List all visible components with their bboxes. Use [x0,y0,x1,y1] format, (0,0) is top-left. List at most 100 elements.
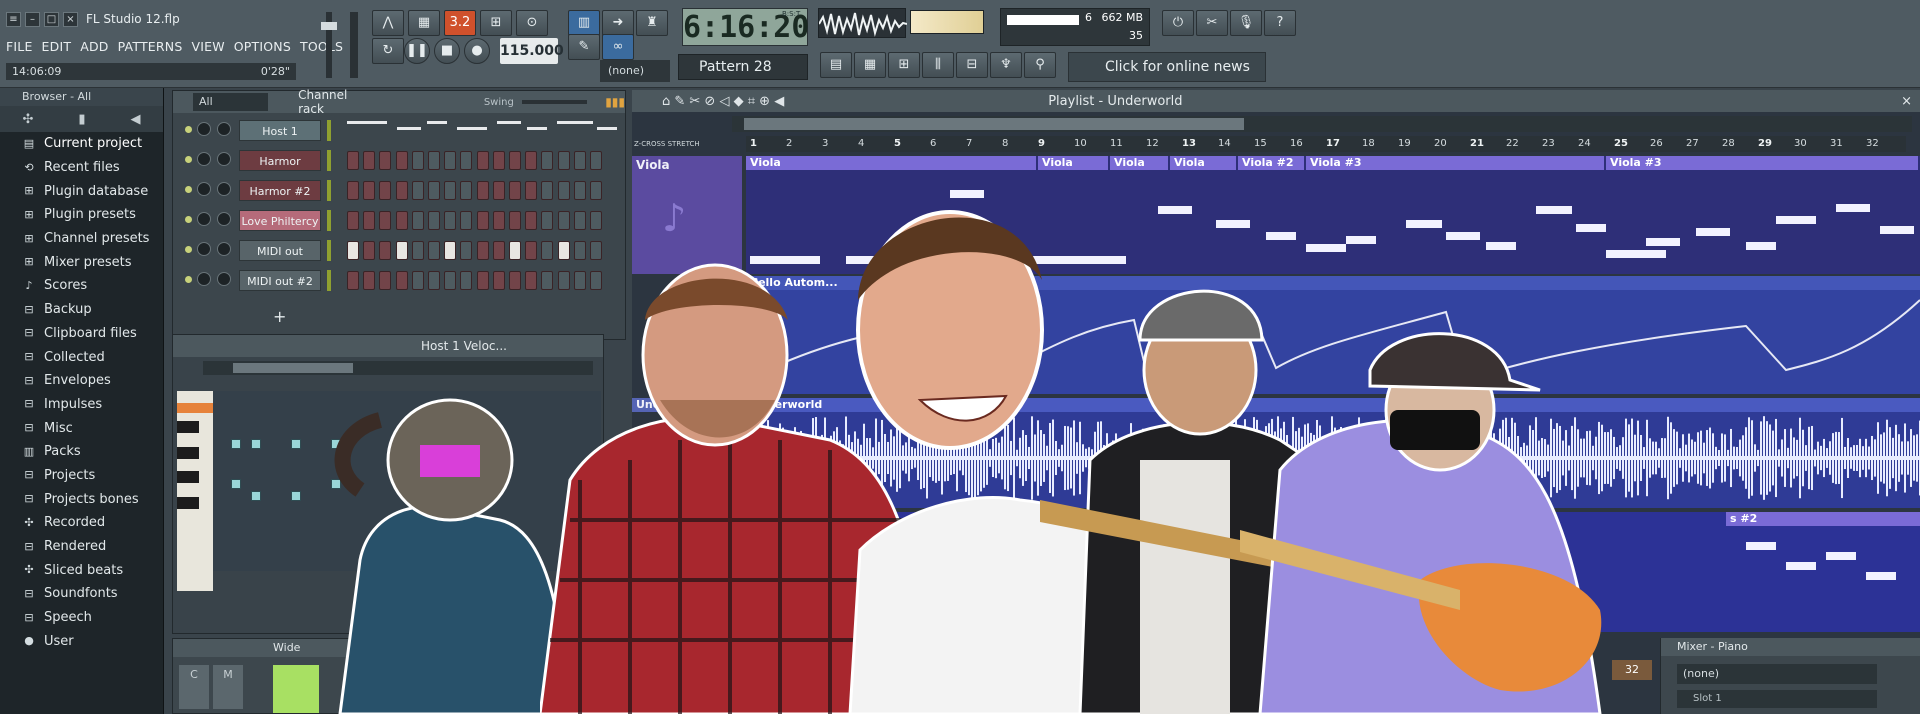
step-button[interactable] [492,181,505,200]
menu-view[interactable]: VIEW [191,39,224,54]
tempo-display[interactable]: 115.000 [500,38,564,64]
channel-led[interactable] [185,126,192,133]
pattern-clip[interactable]: Viola #3 [1306,156,1604,170]
step-button[interactable] [492,211,505,230]
step-button[interactable] [363,151,376,170]
step-button[interactable] [444,151,457,170]
menu-icon[interactable]: ≡ [6,11,21,27]
step-button[interactable] [347,241,359,260]
step-button[interactable] [379,181,392,200]
step-button[interactable] [363,241,376,260]
stamp-icon[interactable]: ♜ [636,10,668,36]
power-icon[interactable]: ⏻ [1162,10,1194,36]
help-icon[interactable]: ? [1264,10,1296,36]
track-header-viola[interactable]: Viola ♪ [632,156,742,274]
menu-file[interactable]: FILE [6,39,33,54]
channel-row[interactable]: Host 1 [173,117,617,143]
step-button[interactable] [444,271,457,290]
stereo-mode-label[interactable]: Wide [273,641,300,654]
step-button[interactable] [379,151,392,170]
step-button[interactable] [411,181,424,200]
step-button[interactable] [476,151,489,170]
channel-row[interactable]: Harmor #2 [173,177,613,203]
step-button[interactable] [411,271,424,290]
recording-mode-icon[interactable]: ⊙ [516,10,548,36]
pan-knob[interactable] [197,212,211,226]
channel-name-button[interactable]: Love Philtercy [239,210,321,231]
browser-item-rendered[interactable]: ⊟ Rendered [0,535,163,559]
browser-item-clipboard-files[interactable]: ⊟ Clipboard files [0,322,163,346]
step-button[interactable] [347,151,359,170]
menu-edit[interactable]: EDIT [42,39,72,54]
step-button[interactable] [363,211,376,230]
channel-row[interactable]: Harmor [173,147,613,173]
channel-name-button[interactable]: Host 1 [239,120,321,141]
channel-led[interactable] [185,186,192,193]
mixer-input-selector[interactable]: (none) [1677,664,1877,684]
mixer-slot-1[interactable]: Slot 1 [1677,690,1877,708]
channel-select[interactable] [327,270,331,291]
piano-roll-window-icon[interactable]: ▦ [854,52,886,78]
step-button[interactable] [509,181,521,200]
step-button[interactable] [379,211,392,230]
step-button[interactable] [428,271,440,290]
pan-knob[interactable] [197,272,211,286]
step-button[interactable] [347,211,359,230]
browser-item-envelopes[interactable]: ⊟ Envelopes [0,369,163,393]
master-pitch-slider[interactable] [350,12,358,78]
swing-slider[interactable] [521,100,588,104]
step-button[interactable] [379,271,392,290]
pattern-selector[interactable]: Pattern 28 [678,54,808,80]
step-button[interactable] [428,181,440,200]
step-button[interactable] [525,271,538,290]
step-button[interactable] [444,241,457,260]
step-button[interactable] [557,151,570,170]
step-button[interactable] [541,241,554,260]
step-button[interactable] [460,241,473,260]
step-button[interactable] [525,151,538,170]
channel-select[interactable] [327,120,331,141]
mixer-master-channel[interactable]: C [179,665,209,709]
channel-led[interactable] [185,276,192,283]
menu-patterns[interactable]: PATTERNS [118,39,183,54]
browser-item-backup[interactable]: ⊟ Backup [0,298,163,322]
browser-item-mixer-presets[interactable]: ⊞ Mixer presets [0,250,163,274]
menu-add[interactable]: ADD [80,39,108,54]
volume-knob[interactable] [217,212,231,226]
browser-item-packs[interactable]: ▥ Packs [0,440,163,464]
pattern-clip[interactable]: Viola #2 [1238,156,1304,170]
step-button[interactable] [509,211,521,230]
browser-item-plugin-presets[interactable]: ⊞ Plugin presets [0,203,163,227]
mixer-window-icon[interactable]: ⫼ [922,52,954,78]
channel-select[interactable] [327,180,331,201]
step-button[interactable] [492,151,505,170]
browser-item-projects-bones[interactable]: ⊟ Projects bones [0,487,163,511]
step-button[interactable] [509,271,521,290]
step-button[interactable] [428,211,440,230]
step-button[interactable] [476,211,489,230]
channel-filter-dropdown[interactable]: All [193,93,269,111]
step-button[interactable] [492,271,505,290]
step-button[interactable] [557,241,570,260]
step-button[interactable] [573,151,586,170]
step-button[interactable] [541,151,554,170]
browser-item-plugin-database[interactable]: ⊞ Plugin database [0,179,163,203]
step-button[interactable] [363,271,376,290]
step-button[interactable] [492,241,505,260]
step-button[interactable] [557,211,570,230]
channel-row[interactable]: Love Philtercy [173,207,613,233]
plugin-picker-icon[interactable]: ♆ [990,52,1022,78]
browser-item-projects[interactable]: ⊟ Projects [0,464,163,488]
zcross-label[interactable]: Z-CROSS [634,140,665,148]
piano-roll-scroll-thumb[interactable] [233,363,353,373]
pattern-clip[interactable]: Viola #3 [1606,156,1918,170]
stop-button[interactable]: ■ [434,38,460,64]
step-button[interactable] [428,151,440,170]
collapse-icon[interactable]: ✣ [22,112,33,127]
pattern-clip[interactable]: Viola [746,156,1036,170]
step-button[interactable] [460,271,473,290]
graph-icon[interactable]: ▮▮▮ [605,95,625,109]
loop-icon[interactable]: ↻ [372,38,404,64]
channel-led[interactable] [185,216,192,223]
step-button[interactable] [476,271,489,290]
